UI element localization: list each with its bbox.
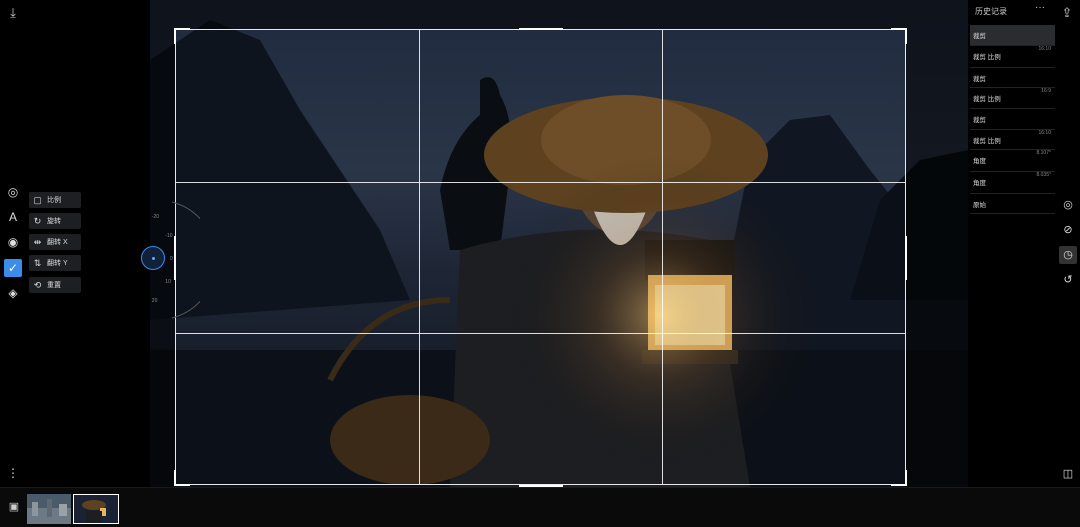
history-item[interactable]: 16:10 裁剪 比例 bbox=[970, 46, 1055, 68]
history-item[interactable]: 裁剪 bbox=[970, 25, 1055, 46]
more-vertical-icon[interactable]: ⋮ bbox=[4, 464, 22, 482]
history-item-label: 裁剪 比例 bbox=[973, 96, 1001, 103]
history-item-label: 角度 bbox=[973, 158, 986, 165]
grid-line bbox=[176, 182, 905, 183]
tool-label: 旋转 bbox=[47, 218, 61, 225]
history-item-label: 裁剪 bbox=[973, 117, 986, 124]
history-item-value: 8.035° bbox=[1036, 172, 1051, 178]
grid-line bbox=[176, 333, 905, 334]
tool-label: 翻转 Y bbox=[47, 260, 68, 267]
history-item-label: 角度 bbox=[973, 180, 986, 187]
history-item-label: 裁剪 bbox=[973, 33, 986, 40]
crop-frame[interactable] bbox=[174, 28, 907, 487]
rotation-knob[interactable] bbox=[141, 246, 165, 270]
dial-tick-label: 10 bbox=[165, 279, 171, 285]
dial-tick-label: 0 bbox=[170, 256, 173, 262]
mask-icon[interactable]: ◉ bbox=[4, 233, 22, 251]
filter-icon[interactable]: ◎ bbox=[1059, 196, 1077, 214]
dial-tick-label: 20 bbox=[152, 298, 158, 304]
tool-label: 翻转 X bbox=[47, 239, 68, 246]
crop-handle-top-right[interactable] bbox=[891, 28, 907, 44]
grid-line bbox=[419, 30, 420, 484]
filmstrip bbox=[0, 487, 1080, 527]
history-item[interactable]: 裁剪 bbox=[970, 109, 1055, 130]
history-item-label: 裁剪 比例 bbox=[973, 54, 1001, 61]
flip-horizontal-icon: ⇹ bbox=[33, 236, 42, 247]
rotate-icon: ↻ bbox=[33, 215, 42, 226]
history-item[interactable]: 16:10 裁剪 比例 bbox=[970, 130, 1055, 150]
reset-icon: ⟲ bbox=[33, 279, 42, 290]
flip-x-button[interactable]: ⇹ 翻转 X bbox=[29, 234, 81, 250]
tool-label: 重置 bbox=[47, 282, 61, 289]
history-item-value: 16:10 bbox=[1038, 130, 1051, 136]
share-upload-icon[interactable]: ⇪ bbox=[1058, 4, 1076, 22]
compare-icon[interactable]: ◫ bbox=[1059, 465, 1077, 483]
crop-icon[interactable]: ✓ bbox=[4, 259, 22, 277]
ratio-icon: ▢ bbox=[33, 194, 42, 205]
tool-label: 比例 bbox=[47, 197, 61, 204]
text-icon[interactable]: A bbox=[4, 208, 22, 226]
grid-line bbox=[662, 30, 663, 484]
adjust-icon[interactable]: ◎ bbox=[4, 183, 22, 201]
history-item-label: 裁剪 bbox=[973, 76, 986, 83]
history-item-label: 原始 bbox=[973, 202, 986, 209]
layers-icon[interactable]: ◈ bbox=[4, 284, 22, 302]
history-icon[interactable]: ◷ bbox=[1059, 246, 1077, 264]
history-item[interactable]: 裁剪 bbox=[970, 68, 1055, 88]
undo-icon[interactable]: ↺ bbox=[1059, 271, 1077, 289]
crop-handle-right[interactable] bbox=[905, 236, 907, 280]
crop-handle-top[interactable] bbox=[519, 28, 563, 30]
history-item-value: 8.107° bbox=[1036, 150, 1051, 156]
history-item[interactable]: 8.035° 角度 bbox=[970, 172, 1055, 194]
dial-tick-label: -20 bbox=[152, 214, 159, 220]
dial-tick-label: -10 bbox=[165, 233, 172, 239]
aspect-ratio-button[interactable]: ▢ 比例 bbox=[29, 192, 81, 208]
rotate-button[interactable]: ↻ 旋转 bbox=[29, 213, 81, 229]
history-item-value: 16:10 bbox=[1038, 46, 1051, 52]
crop-handle-bottom-left[interactable] bbox=[174, 470, 190, 486]
reset-button[interactable]: ⟲ 重置 bbox=[29, 277, 81, 293]
slash-icon[interactable]: ⊘ bbox=[1059, 221, 1077, 239]
more-options-icon[interactable]: ··· bbox=[1035, 2, 1045, 13]
history-title: 历史记录 bbox=[975, 7, 1007, 16]
crop-mask-right bbox=[906, 0, 970, 487]
gallery-icon[interactable]: ▣ bbox=[6, 500, 22, 516]
flip-y-button[interactable]: ⇅ 翻转 Y bbox=[29, 255, 81, 271]
city-thumbnail[interactable] bbox=[27, 494, 71, 524]
download-icon[interactable]: ⤓ bbox=[4, 4, 22, 22]
history-item-label: 裁剪 比例 bbox=[973, 138, 1001, 145]
fisherman-thumbnail[interactable] bbox=[73, 494, 119, 524]
flip-vertical-icon: ⇅ bbox=[33, 257, 42, 268]
history-item-value: 16:9 bbox=[1041, 88, 1051, 94]
crop-handle-bottom-right[interactable] bbox=[891, 470, 907, 486]
history-item[interactable]: 16:9 裁剪 比例 bbox=[970, 88, 1055, 109]
history-item[interactable]: 原始 bbox=[970, 194, 1055, 214]
crop-mask-top bbox=[175, 0, 906, 29]
history-item[interactable]: 8.107° 角度 bbox=[970, 150, 1055, 172]
crop-handle-top-left[interactable] bbox=[174, 28, 190, 44]
